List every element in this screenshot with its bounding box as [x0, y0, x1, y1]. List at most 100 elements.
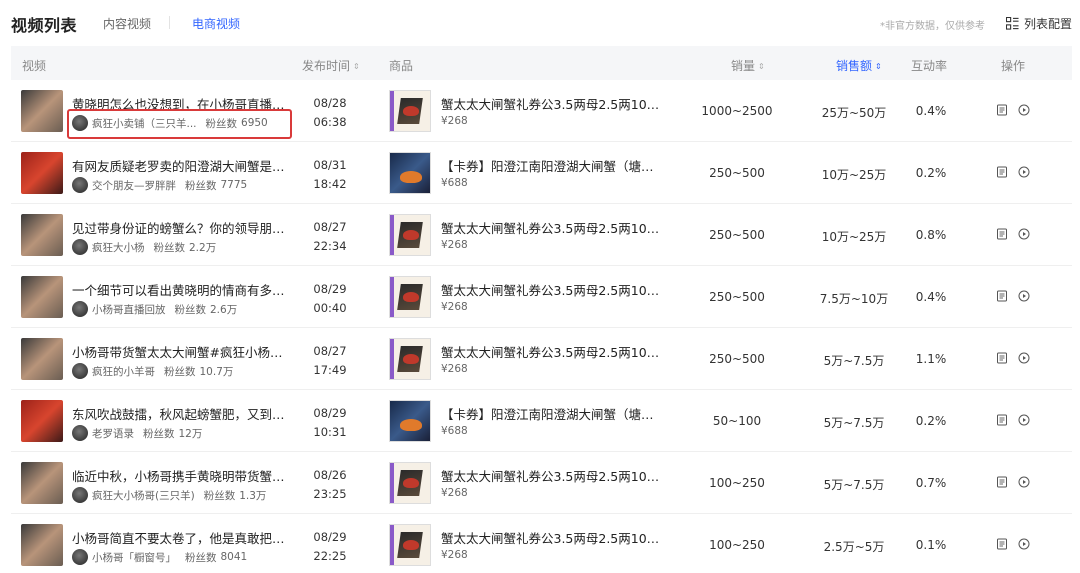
- document-icon[interactable]: [995, 413, 1009, 427]
- publish-time: 08/27 22:34: [302, 220, 358, 254]
- fans-count: 7775: [220, 179, 248, 191]
- video-title[interactable]: 有网友质疑老罗卖的阳澄湖大闸蟹是洗...: [72, 156, 292, 175]
- play-circle-icon[interactable]: [1017, 289, 1031, 303]
- play-circle-icon[interactable]: [1017, 537, 1031, 551]
- product-image[interactable]: [389, 276, 431, 318]
- product-name[interactable]: 蟹太太大闸蟹礼券公3.5两母2.5两10只...: [441, 218, 661, 237]
- product-image[interactable]: [389, 524, 431, 566]
- document-icon[interactable]: [995, 289, 1009, 303]
- product-image[interactable]: [389, 152, 431, 194]
- fans-label: 粉丝数: [164, 365, 196, 378]
- avatar[interactable]: [72, 487, 88, 503]
- avatar[interactable]: [72, 301, 88, 317]
- author-info: 疯狂的小羊哥 粉丝数 10.7万: [72, 362, 233, 380]
- tab-content-video[interactable]: 内容视频: [103, 15, 151, 32]
- product-image[interactable]: [389, 462, 431, 504]
- table-row: 临近中秋，小杨哥携手黄晓明带货蟹太... 疯狂大小杨哥(三只羊) 粉丝数 1.3万 08…: [11, 452, 1072, 514]
- video-title[interactable]: 东风吹战鼓擂，秋风起螃蟹肥，又到了...: [72, 404, 292, 423]
- tab-ecommerce-video[interactable]: 电商视频: [192, 15, 240, 32]
- video-title[interactable]: 小杨哥简直不要太卷了，他是真敢把蟹...: [72, 528, 292, 547]
- play-circle-icon[interactable]: [1017, 351, 1031, 365]
- document-icon[interactable]: [995, 537, 1009, 551]
- document-icon[interactable]: [995, 475, 1009, 489]
- sort-icon: ⇕: [758, 62, 765, 71]
- product-image[interactable]: [389, 338, 431, 380]
- author-name[interactable]: 交个朋友—罗胖胖: [92, 178, 176, 193]
- product-image[interactable]: [389, 400, 431, 442]
- product-name[interactable]: 蟹太太大闸蟹礼券公3.5两母2.5两10只...: [441, 342, 661, 361]
- video-thumbnail[interactable]: [21, 462, 63, 504]
- product-name[interactable]: 蟹太太大闸蟹礼券公3.5两母2.5两10只...: [441, 94, 661, 113]
- publish-time: 08/29 22:25: [302, 530, 358, 564]
- video-thumbnail[interactable]: [21, 152, 63, 194]
- video-thumbnail[interactable]: [21, 214, 63, 256]
- author-info: 疯狂大小杨哥(三只羊) 粉丝数 1.3万: [72, 486, 266, 504]
- avatar[interactable]: [72, 549, 88, 565]
- table-row: 有网友质疑老罗卖的阳澄湖大闸蟹是洗... 交个朋友—罗胖胖 粉丝数 7775 08/31…: [11, 142, 1072, 204]
- interaction-rate: 0.4%: [915, 290, 947, 304]
- fans-count: 2.6万: [210, 303, 238, 316]
- author-name[interactable]: 疯狂大小杨哥(三只羊): [92, 488, 195, 503]
- play-circle-icon[interactable]: [1017, 103, 1031, 117]
- avatar[interactable]: [72, 363, 88, 379]
- sales-volume: 250~500: [709, 352, 765, 366]
- document-icon[interactable]: [995, 351, 1009, 365]
- publish-date: 08/29: [313, 282, 347, 296]
- column-config-button[interactable]: 列表配置: [1006, 15, 1072, 32]
- author-name[interactable]: 小杨哥直播回放: [92, 302, 166, 317]
- video-thumbnail[interactable]: [21, 276, 63, 318]
- fans-count: 1.3万: [239, 489, 267, 502]
- avatar[interactable]: [72, 239, 88, 255]
- play-circle-icon[interactable]: [1017, 413, 1031, 427]
- product-name[interactable]: 蟹太太大闸蟹礼券公3.5两母2.5两10只...: [441, 528, 661, 547]
- document-icon[interactable]: [995, 165, 1009, 179]
- play-circle-icon[interactable]: [1017, 227, 1031, 241]
- publish-time: 08/26 23:25: [302, 468, 358, 502]
- video-title[interactable]: 小杨哥带货蟹太太大闸蟹#疯狂小杨哥 ...: [72, 342, 292, 361]
- publish-clock: 10:31: [313, 425, 347, 439]
- video-title[interactable]: 一个细节可以看出黄晓明的情商有多高...: [72, 280, 292, 299]
- column-header-publish-time[interactable]: 发布时间 ⇕: [302, 57, 360, 74]
- publish-clock: 22:34: [313, 239, 347, 253]
- column-header-actions: 操作: [1001, 59, 1026, 73]
- sales-volume: 250~500: [709, 166, 765, 180]
- sales-volume: 250~500: [709, 228, 765, 242]
- play-circle-icon[interactable]: [1017, 165, 1031, 179]
- author-name[interactable]: 疯狂大小杨: [92, 240, 145, 255]
- author-name[interactable]: 小杨哥「橱窗号」: [92, 550, 176, 565]
- table-row: 小杨哥带货蟹太太大闸蟹#疯狂小杨哥 ... 疯狂的小羊哥 粉丝数 10.7万 08/27…: [11, 328, 1072, 390]
- video-thumbnail[interactable]: [21, 90, 63, 132]
- table-row: 见过带身份证的螃蟹么？你的领导朋友... 疯狂大小杨 粉丝数 2.2万 08/27 22:…: [11, 204, 1072, 266]
- document-icon[interactable]: [995, 103, 1009, 117]
- sales-volume: 250~500: [709, 290, 765, 304]
- sales-volume: 100~250: [709, 476, 765, 490]
- product-price: ¥268: [441, 549, 468, 561]
- author-name[interactable]: 疯狂的小羊哥: [92, 364, 155, 379]
- product-image[interactable]: [389, 90, 431, 132]
- column-header-sales[interactable]: 销量 ⇕: [731, 57, 765, 74]
- table-row: 东风吹战鼓擂，秋风起螃蟹肥，又到了... 老罗语录 粉丝数 12万 08/29 10:31…: [11, 390, 1072, 452]
- publish-time: 08/31 18:42: [302, 158, 358, 192]
- video-thumbnail[interactable]: [21, 524, 63, 566]
- document-icon[interactable]: [995, 227, 1009, 241]
- avatar[interactable]: [72, 425, 88, 441]
- publish-time: 08/29 10:31: [302, 406, 358, 440]
- product-name[interactable]: 【卡券】阳澄江南阳澄湖大闸蟹（塘养...: [441, 404, 661, 423]
- author-name[interactable]: 老罗语录: [92, 426, 134, 441]
- product-name[interactable]: 蟹太太大闸蟹礼券公3.5两母2.5两10只...: [441, 280, 661, 299]
- product-name[interactable]: 【卡券】阳澄江南阳澄湖大闸蟹（塘养...: [441, 156, 661, 175]
- video-thumbnail[interactable]: [21, 400, 63, 442]
- play-circle-icon[interactable]: [1017, 475, 1031, 489]
- video-title[interactable]: 见过带身份证的螃蟹么？你的领导朋友...: [72, 218, 292, 237]
- fans-count: 8041: [220, 551, 248, 563]
- column-header-sales-amount[interactable]: 销售额 ⇕: [836, 57, 882, 74]
- fans-count: 2.2万: [189, 241, 217, 254]
- fans-label: 粉丝数: [174, 303, 207, 316]
- sales-volume: 100~250: [709, 538, 765, 552]
- video-thumbnail[interactable]: [21, 338, 63, 380]
- video-title[interactable]: 临近中秋，小杨哥携手黄晓明带货蟹太...: [72, 466, 292, 485]
- avatar[interactable]: [72, 177, 88, 193]
- publish-date: 08/29: [313, 406, 347, 420]
- product-image[interactable]: [389, 214, 431, 256]
- product-name[interactable]: 蟹太太大闸蟹礼券公3.5两母2.5两10只...: [441, 466, 661, 485]
